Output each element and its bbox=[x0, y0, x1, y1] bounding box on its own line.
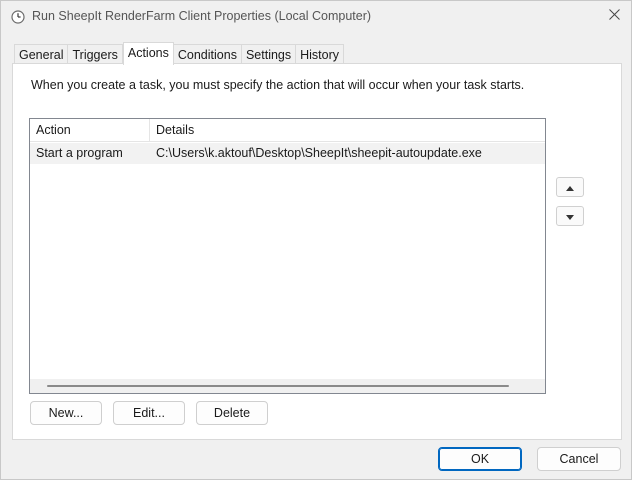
actions-description: When you create a task, you must specify… bbox=[31, 78, 525, 92]
actions-list[interactable]: Action Details Start a program C:\Users\… bbox=[29, 118, 546, 394]
new-action-button[interactable]: New... bbox=[30, 401, 102, 425]
chevron-up-icon bbox=[566, 180, 574, 194]
move-down-button[interactable] bbox=[556, 206, 584, 226]
table-row[interactable]: Start a program C:\Users\k.aktouf\Deskto… bbox=[30, 143, 545, 164]
chevron-down-icon bbox=[566, 209, 574, 223]
close-icon bbox=[608, 9, 620, 23]
row-details-cell: C:\Users\k.aktouf\Desktop\SheepIt\sheepi… bbox=[156, 146, 482, 160]
title-bar[interactable]: Run SheepIt RenderFarm Client Properties… bbox=[1, 1, 631, 33]
ok-button[interactable]: OK bbox=[438, 447, 522, 471]
tab-conditions[interactable]: Conditions bbox=[173, 44, 242, 65]
actions-panel: When you create a task, you must specify… bbox=[12, 63, 622, 440]
edit-action-button[interactable]: Edit... bbox=[113, 401, 185, 425]
delete-action-button[interactable]: Delete bbox=[196, 401, 268, 425]
task-scheduler-clock-icon bbox=[11, 10, 25, 24]
cancel-button[interactable]: Cancel bbox=[537, 447, 621, 471]
list-header: Action Details bbox=[30, 119, 545, 142]
scrollbar-thumb[interactable] bbox=[47, 385, 509, 387]
tab-strip: General Triggers Actions Conditions Sett… bbox=[14, 42, 345, 65]
column-header-action[interactable]: Action bbox=[30, 119, 150, 141]
column-header-details[interactable]: Details bbox=[150, 119, 545, 141]
tab-actions[interactable]: Actions bbox=[122, 42, 174, 65]
move-up-button[interactable] bbox=[556, 177, 584, 197]
properties-dialog: Run SheepIt RenderFarm Client Properties… bbox=[0, 0, 632, 480]
tab-triggers[interactable]: Triggers bbox=[68, 44, 123, 65]
tab-history[interactable]: History bbox=[296, 44, 345, 65]
row-action-cell: Start a program bbox=[36, 146, 123, 160]
window-title: Run SheepIt RenderFarm Client Properties… bbox=[32, 9, 372, 23]
close-button[interactable] bbox=[603, 5, 625, 27]
tab-general[interactable]: General bbox=[14, 44, 69, 65]
horizontal-scrollbar[interactable] bbox=[30, 379, 545, 393]
tab-settings[interactable]: Settings bbox=[241, 44, 297, 65]
